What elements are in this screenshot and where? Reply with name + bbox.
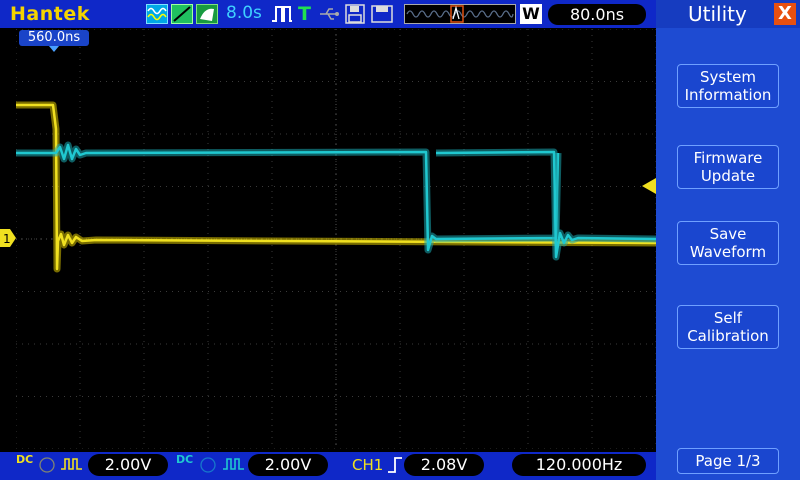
ch1-bandwidth-icon — [39, 457, 55, 473]
channel-bar: DC 2.00V DC 2.00V CH1 2.08V 120.000Hz — [0, 452, 656, 480]
ch1-scale[interactable]: 2.00V — [88, 454, 168, 476]
page-button[interactable]: Page 1/3 — [677, 448, 779, 474]
firmware-update-button[interactable]: Firmware Update — [677, 145, 779, 189]
waveform-icon[interactable] — [146, 4, 168, 24]
utility-menu: Utility X System Information Firmware Up… — [656, 0, 800, 480]
ch1-coupling[interactable]: DC — [16, 454, 33, 465]
slope-icon[interactable] — [171, 4, 193, 24]
trigger-mode: T — [298, 3, 311, 25]
ch1-probe-icon — [61, 458, 82, 470]
window-indicator: W — [520, 4, 542, 24]
frequency-counter: 120.000Hz — [512, 454, 646, 476]
system-information-button[interactable]: System Information — [677, 64, 779, 108]
trigger-position-icon — [49, 46, 59, 52]
waveform-display[interactable] — [15, 28, 657, 450]
ch2-scale[interactable]: 2.00V — [248, 454, 328, 476]
ch2-bandwidth-icon — [200, 457, 216, 473]
close-icon[interactable]: X — [774, 3, 796, 25]
fill-icon[interactable] — [196, 4, 218, 24]
trigger-edge-icon — [388, 457, 402, 473]
trigger-level[interactable]: 2.08V — [404, 454, 484, 476]
acquisition-time: 8.0s — [226, 3, 262, 23]
brand-logo: Hantek — [10, 3, 90, 25]
waveform-overview[interactable] — [404, 4, 516, 24]
usb-icon — [318, 4, 342, 24]
svg-text:1: 1 — [3, 232, 11, 246]
ch1-ground-marker[interactable]: 1 — [0, 229, 16, 247]
timebase-display[interactable]: 80.0ns — [548, 4, 646, 25]
status-bar: Hantek 8.0s T W 80.0ns — [0, 0, 656, 28]
disk-icon — [370, 4, 394, 24]
ch2-probe-icon — [223, 458, 244, 470]
ch2-coupling[interactable]: DC — [176, 454, 193, 465]
trigger-position-label: 560.0ns — [19, 30, 89, 46]
trigger-source[interactable]: CH1 — [352, 456, 383, 474]
trigger-marker-icon[interactable] — [642, 178, 656, 194]
save-icon[interactable] — [345, 4, 365, 24]
pulse-icon — [270, 4, 294, 24]
save-waveform-button[interactable]: Save Waveform — [677, 221, 779, 265]
waveform-canvas — [15, 28, 657, 450]
self-calibration-button[interactable]: Self Calibration — [677, 305, 779, 349]
